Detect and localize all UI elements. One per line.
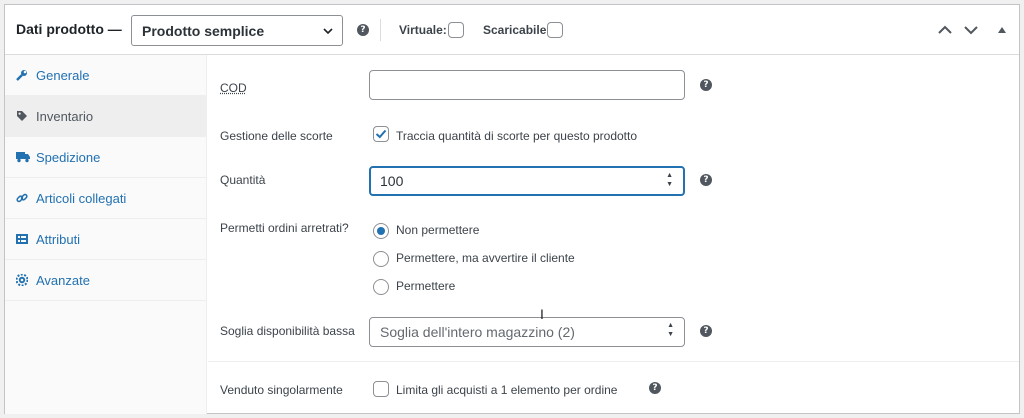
sold-individually-label: Venduto singolarmente [220, 383, 343, 397]
low-stock-label: Soglia disponibilità bassa [220, 324, 355, 338]
tab-attributi[interactable]: Attributi [5, 219, 206, 260]
wrench-icon [16, 70, 27, 81]
help-icon[interactable]: ? [700, 325, 712, 337]
stepper-arrows-icon[interactable]: ▲ ▼ [666, 171, 673, 189]
stepper-arrows-icon[interactable]: ▲ ▼ [667, 321, 674, 339]
chevron-up-icon[interactable] [937, 23, 953, 37]
tab-inventario[interactable]: Inventario [5, 96, 206, 137]
quantity-value: 100 [380, 173, 404, 189]
virtual-checkbox[interactable] [448, 22, 464, 38]
backorder-option-no: Non permettere [396, 223, 480, 237]
tab-label: Attributi [36, 232, 81, 247]
sold-individually-text: Limita gli acquisti a 1 elemento per ord… [396, 383, 618, 397]
product-data-panel: Dati prodotto — Prodotto semplice ? Virt… [4, 4, 1020, 414]
downloadable-label: Scaricabile: [483, 23, 551, 37]
help-icon[interactable]: ? [649, 382, 661, 394]
manage-stock-checkbox[interactable] [373, 126, 389, 142]
help-icon[interactable]: ? [700, 79, 712, 91]
section-divider [208, 361, 1019, 362]
backorder-radio-no[interactable] [373, 223, 389, 239]
chevron-down-icon[interactable] [963, 23, 979, 37]
downloadable-checkbox[interactable] [547, 22, 563, 38]
list-icon [16, 234, 28, 244]
gear-icon [16, 274, 28, 286]
help-icon[interactable]: ? [357, 24, 369, 36]
tab-label: Inventario [36, 109, 94, 124]
low-stock-input[interactable]: Soglia dell'intero magazzino (2) ▲ ▼ [369, 317, 685, 347]
tab-generale[interactable]: Generale [5, 55, 206, 96]
quantity-stepper[interactable]: 100 ▲ ▼ [369, 166, 685, 196]
panel-title: Dati prodotto — [16, 21, 122, 37]
tab-articoli-collegati[interactable]: Articoli collegati [5, 178, 206, 219]
help-icon[interactable]: ? [700, 174, 712, 186]
backorder-radio-notify[interactable] [373, 251, 389, 267]
tab-label: Articoli collegati [36, 191, 127, 206]
product-type-select[interactable]: Prodotto semplice [131, 15, 343, 46]
tab-avanzate[interactable]: Avanzate [5, 260, 206, 301]
sku-label: COD [220, 81, 247, 95]
tab-label: Generale [36, 68, 90, 83]
tab-label: Avanzate [36, 273, 90, 288]
tab-spedizione[interactable]: Spedizione [5, 137, 206, 178]
link-icon [16, 193, 28, 203]
product-data-header: Dati prodotto — Prodotto semplice ? Virt… [5, 5, 1019, 55]
virtual-label: Virtuale: [399, 23, 447, 37]
stock-management-label: Gestione delle scorte [220, 129, 333, 143]
backorder-option-notify: Permettere, ma avvertire il cliente [396, 251, 575, 265]
sku-input[interactable] [369, 70, 685, 100]
backorder-option-yes: Permettere [396, 279, 456, 293]
low-stock-placeholder: Soglia dell'intero magazzino (2) [380, 324, 575, 340]
collapse-toggle-icon[interactable] [997, 26, 1007, 34]
sold-individually-checkbox[interactable] [373, 381, 389, 397]
quantity-label: Quantità [220, 173, 266, 187]
chevron-down-icon [323, 28, 333, 35]
backorder-radio-yes[interactable] [373, 279, 389, 295]
product-data-tabs: Generale Inventario Spedizione Articoli … [5, 55, 207, 414]
truck-icon [16, 152, 30, 163]
inventory-panel: COD ? Gestione delle scorte Traccia quan… [208, 55, 1019, 413]
tab-label: Spedizione [36, 150, 101, 165]
tag-icon [17, 111, 27, 121]
manage-stock-text: Traccia quantità di scorte per questo pr… [396, 129, 638, 143]
product-type-value: Prodotto semplice [142, 23, 265, 39]
header-divider [380, 19, 381, 41]
backorders-label: Permetti ordini arretrati? [220, 221, 349, 235]
text-cursor-icon: I [540, 306, 544, 322]
